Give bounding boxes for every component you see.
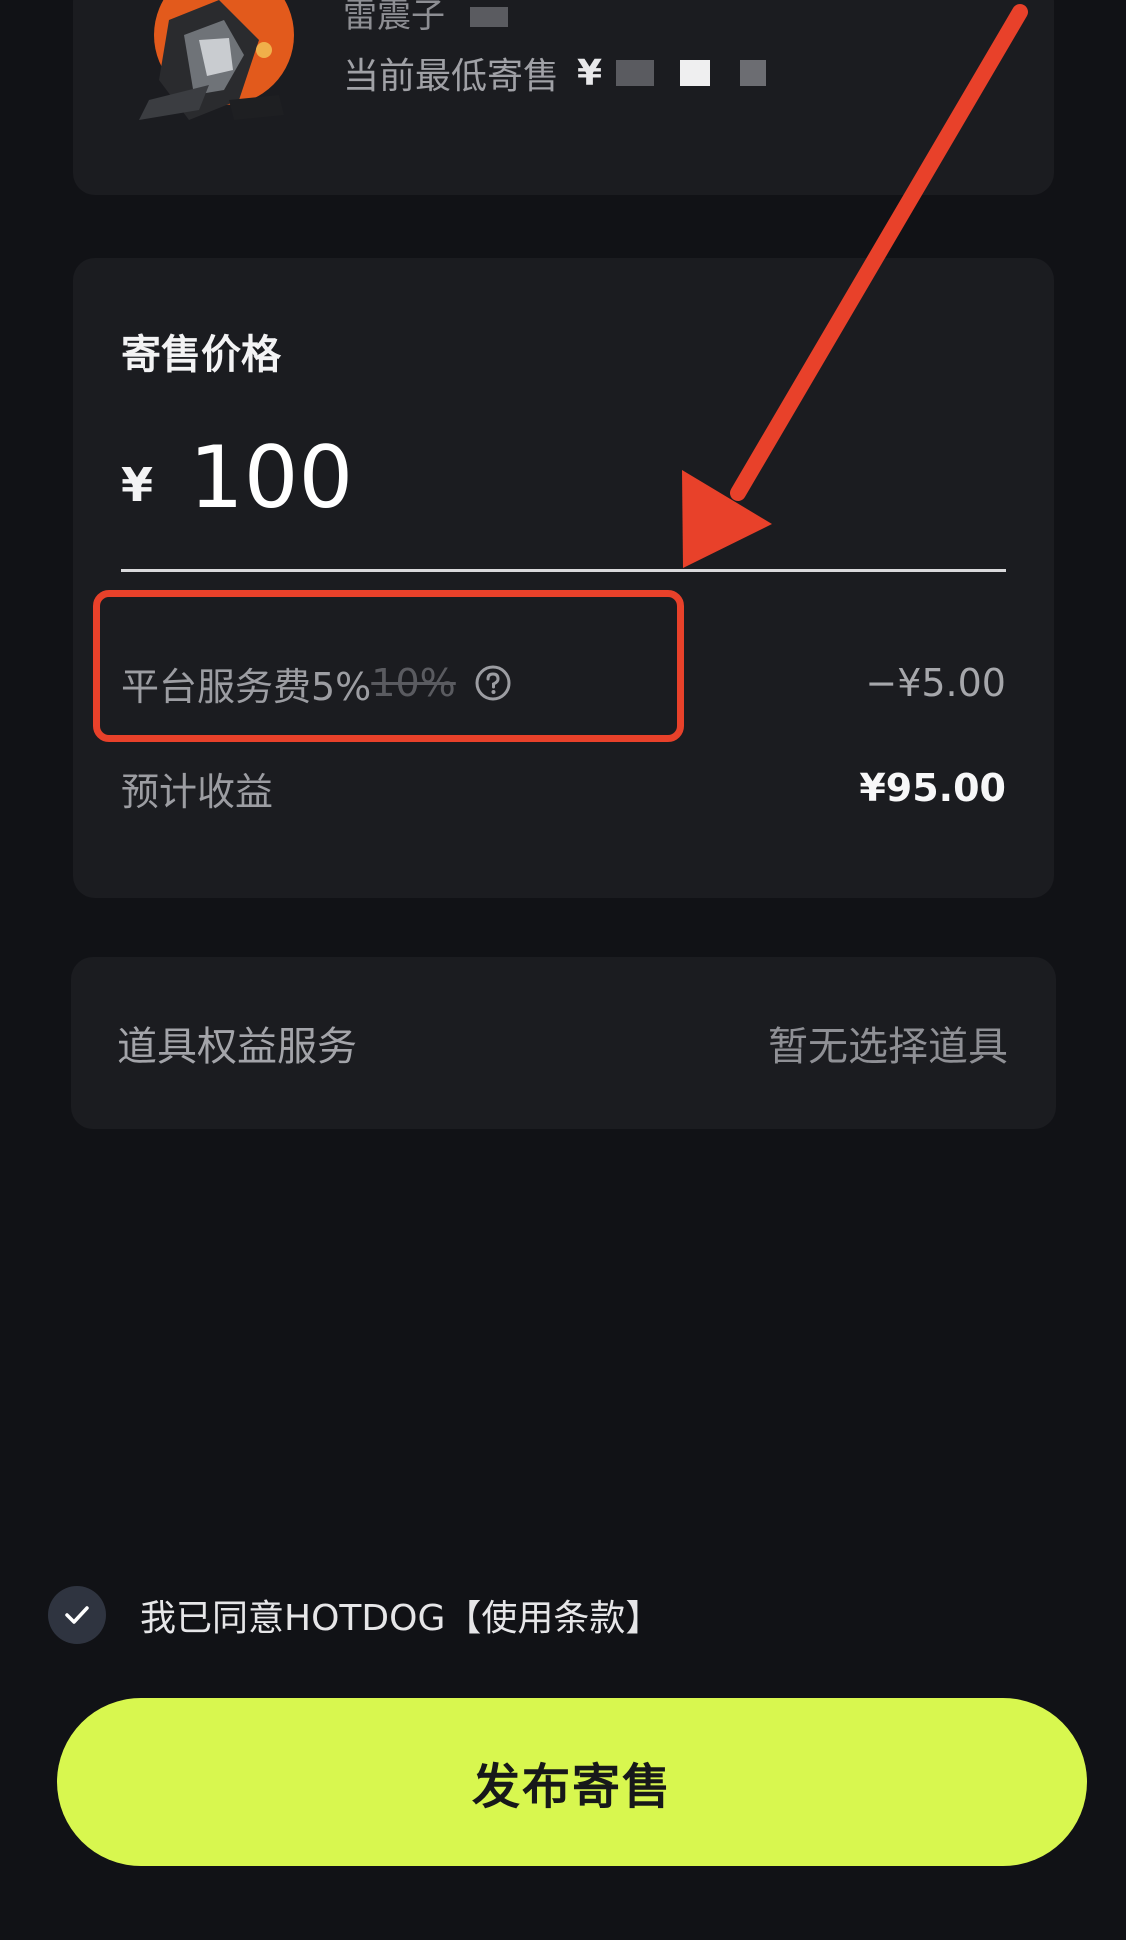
consignment-price-title: 寄售价格 <box>121 332 281 378</box>
redacted-mark <box>680 60 711 86</box>
price-input[interactable] <box>189 428 950 528</box>
service-fee-amount: −¥5.00 <box>865 661 1006 705</box>
expected-earnings-amount: ¥95.00 <box>859 766 1006 810</box>
lowest-price-label: 当前最低寄售 <box>343 56 560 97</box>
item-name: 雷震子 <box>343 0 508 37</box>
props-service-value: 暂无选择道具 <box>768 1024 1008 1070</box>
props-service-row[interactable]: 道具权益服务 暂无选择道具 <box>71 957 1056 1129</box>
terms-checkbox[interactable] <box>48 1586 106 1644</box>
publish-consignment-button[interactable]: 发布寄售 <box>57 1698 1087 1866</box>
terms-agreement-text[interactable]: 我已同意HOTDOG【使用条款】 <box>140 1589 661 1641</box>
expected-earnings-row: 预计收益 ¥95.00 <box>121 758 1006 818</box>
redacted-mark <box>740 60 767 86</box>
terms-agreement: 我已同意HOTDOG【使用条款】 <box>48 1586 661 1644</box>
annotation-highlight-box <box>93 590 684 742</box>
price-input-underline <box>121 569 1006 572</box>
consignment-price-card: 寄售价格 ¥ 平台服务费5% 10% −¥5.00 预计收益 ¥95.00 <box>73 258 1054 898</box>
redacted-mark <box>469 7 508 27</box>
price-input-row: ¥ <box>121 428 950 528</box>
currency-symbol: ¥ <box>121 458 154 512</box>
redacted-mark <box>616 60 655 86</box>
expected-earnings-label: 预计收益 <box>121 769 274 814</box>
lowest-price-currency: ¥ <box>577 52 603 94</box>
checkmark-icon <box>65 1606 89 1624</box>
lowest-price-row: 当前最低寄售 ¥ <box>343 48 767 98</box>
item-card: 雷震子 当前最低寄售 ¥ <box>73 0 1054 195</box>
item-thumbnail <box>129 0 294 137</box>
props-service-label: 道具权益服务 <box>117 1024 357 1070</box>
